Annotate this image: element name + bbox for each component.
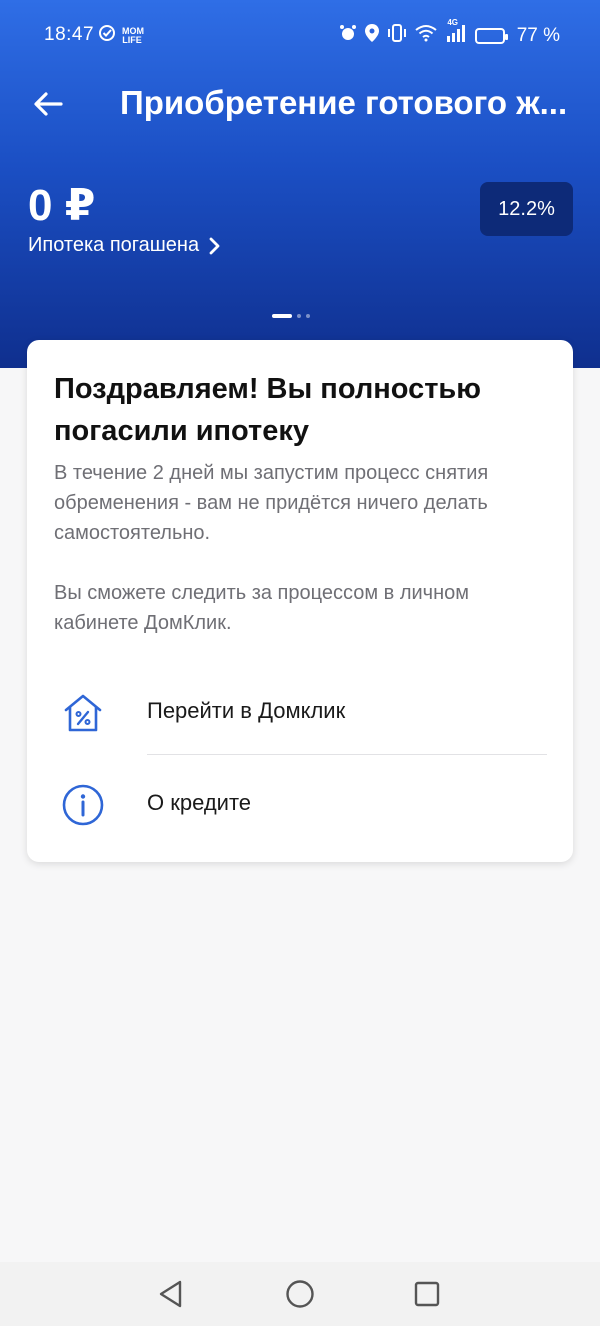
battery-icon [474, 28, 508, 44]
app-badge-icon: MOM LIFE [122, 26, 144, 45]
arrow-left-icon [34, 92, 63, 116]
nav-back-button[interactable] [155, 1278, 187, 1310]
go-to-domclick-button[interactable]: Перейти в Домклик [27, 666, 573, 756]
triangle-back-icon [159, 1280, 182, 1308]
back-button[interactable] [26, 82, 70, 126]
card-description: В течение 2 дней мы запустим процесс сня… [54, 462, 489, 544]
battery-percent: 77 % [516, 25, 560, 46]
app-bar: Приобретение готового ж... [0, 72, 600, 136]
network-type: 4G [447, 18, 459, 27]
nav-home-button[interactable] [284, 1278, 316, 1310]
status-time: 18:47 [44, 24, 95, 45]
go-to-domclick-label: Перейти в Домклик [147, 698, 346, 723]
signal-icon: 4G [445, 18, 467, 48]
chevron-right-icon [209, 237, 220, 254]
card-note: Вы сможете следить за процессом в личном… [54, 582, 469, 634]
alarm-icon [339, 24, 357, 48]
info-card: Поздравляем! Вы полностью погасили ипоте… [27, 340, 573, 862]
system-nav-bar [0, 1262, 600, 1326]
mortgage-status-link[interactable]: Ипотека погашена [28, 234, 221, 257]
page-dot-active [272, 314, 292, 318]
status-left-icons: MOM LIFE [98, 24, 144, 48]
circle-home-icon [286, 1280, 314, 1308]
check-circle-icon [98, 24, 116, 48]
wifi-icon [415, 24, 437, 48]
page-indicator [272, 314, 310, 318]
balance-amount: 0 ₽ [28, 181, 96, 230]
divider [147, 754, 547, 755]
page-title: Приобретение готового ж... [120, 84, 568, 121]
card-title: Поздравляем! Вы полностью погасили ипоте… [54, 373, 482, 447]
nav-recents-button[interactable] [411, 1278, 443, 1310]
page-dot [306, 314, 310, 318]
page-dot [297, 314, 301, 318]
house-percent-icon [60, 690, 106, 736]
about-credit-label: О кредите [147, 790, 252, 815]
location-icon [364, 24, 379, 48]
info-icon [60, 782, 106, 828]
interest-rate-badge: 12.2% [480, 182, 573, 236]
square-recents-icon [414, 1281, 440, 1307]
about-credit-button[interactable]: О кредите [27, 758, 573, 848]
header-banner: 18:47 MOM LIFE 4G 77 % Приобретение гото… [0, 0, 600, 368]
vibrate-icon [387, 24, 407, 48]
mortgage-status-label: Ипотека погашена [28, 234, 200, 256]
status-right-icons: 4G 77 % [339, 18, 560, 48]
status-bar: 18:47 MOM LIFE 4G 77 % [0, 0, 600, 72]
